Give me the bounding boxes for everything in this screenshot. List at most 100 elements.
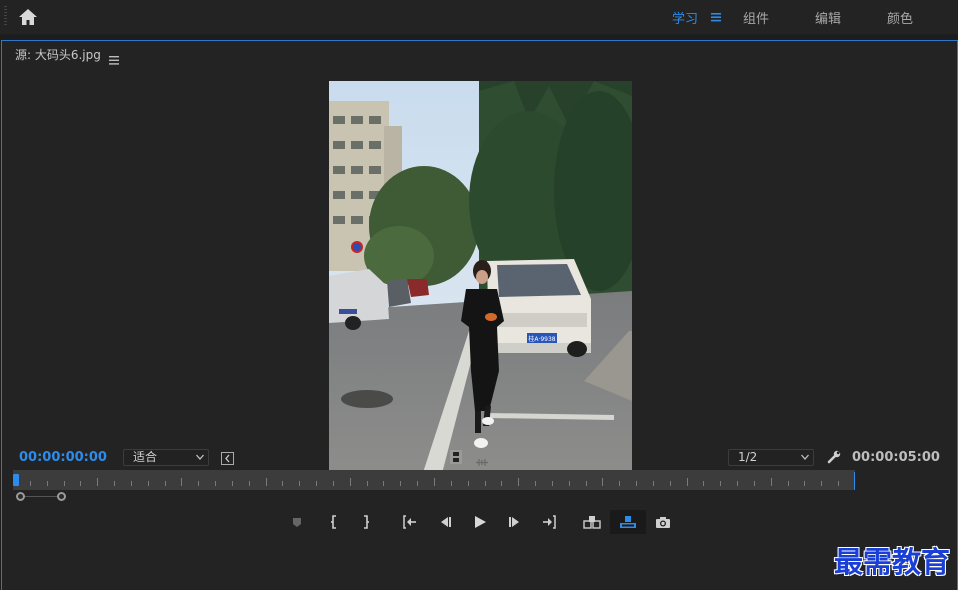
panel-grip[interactable] — [4, 6, 7, 26]
ruler-tick — [299, 481, 300, 486]
panel-title[interactable]: 源: 大码头6.jpg — [15, 46, 101, 63]
ruler-tick — [47, 481, 48, 486]
play-icon — [475, 516, 486, 528]
ruler-tick — [434, 478, 435, 486]
ruler-tick — [771, 478, 772, 486]
step-forward-icon — [509, 517, 519, 527]
zoom-scroll-left-handle[interactable] — [16, 492, 25, 501]
source-monitor-panel: 源: 大码头6.jpg 桂A·9938 — [1, 40, 958, 590]
ruler-tick — [198, 481, 199, 486]
ruler-tick — [266, 478, 267, 486]
mark-in-icon — [331, 515, 336, 529]
chevron-down-icon — [801, 454, 809, 460]
chevron-down-icon — [196, 454, 204, 460]
ruler-tick — [737, 481, 738, 486]
ruler-tick — [316, 481, 317, 486]
overwrite-button[interactable] — [610, 510, 646, 534]
zoom-level-select[interactable]: 适合 — [123, 449, 209, 466]
mark-in-out-toggle-icon[interactable] — [221, 450, 234, 465]
ruler-tick — [215, 481, 216, 486]
ruler-tick — [451, 481, 452, 486]
workspace-tab-learn[interactable]: 学习 — [672, 8, 698, 27]
ruler-tick — [703, 481, 704, 486]
marker-icon — [293, 517, 301, 527]
zoom-scrollbar[interactable] — [13, 490, 855, 502]
workspace-tab-color[interactable]: 颜色 — [887, 8, 913, 27]
ruler-tick — [518, 478, 519, 486]
ruler-tick — [485, 481, 486, 486]
ruler-tick — [720, 481, 721, 486]
go-to-in-button[interactable] — [396, 510, 424, 534]
workspace-tab-assembly[interactable]: 组件 — [743, 8, 769, 27]
ruler-tick — [181, 478, 182, 486]
insert-button[interactable] — [578, 510, 606, 534]
wrench-settings-icon[interactable] — [827, 449, 841, 464]
ruler-tick — [569, 481, 570, 486]
playhead[interactable] — [13, 474, 19, 486]
mark-out-button[interactable] — [352, 510, 380, 534]
ruler-tick — [821, 481, 822, 486]
license-plate-text: 桂A·9938 — [528, 335, 555, 343]
film-strip-icon[interactable] — [450, 449, 462, 464]
ruler-tick — [636, 481, 637, 486]
ruler-tick — [333, 481, 334, 486]
mark-out-icon — [364, 515, 369, 529]
ruler-tick — [400, 481, 401, 486]
ruler-tick — [350, 478, 351, 486]
step-back-icon — [441, 517, 451, 527]
ruler-tick — [97, 478, 98, 486]
ruler-tick — [535, 481, 536, 486]
go-to-in-icon — [403, 515, 416, 529]
ruler-tick — [249, 481, 250, 486]
go-to-out-icon — [543, 515, 556, 529]
ruler-tick — [468, 481, 469, 486]
playback-resolution-value: 1/2 — [738, 450, 758, 464]
ruler-tick — [80, 481, 81, 486]
ruler-tick — [586, 481, 587, 486]
mark-in-button[interactable] — [320, 510, 348, 534]
ruler-tick — [670, 481, 671, 486]
ruler-tick — [64, 481, 65, 486]
ruler-tick — [602, 478, 603, 486]
step-forward-button[interactable] — [501, 510, 529, 534]
export-frame-button[interactable] — [649, 510, 677, 534]
ruler-tick — [367, 481, 368, 486]
playback-resolution-select[interactable]: 1/2 — [728, 449, 814, 466]
ruler-tick — [165, 481, 166, 486]
ruler-tick — [653, 481, 654, 486]
watermark-logo: 最需教育 — [834, 545, 951, 579]
home-icon[interactable] — [17, 6, 39, 28]
ruler-tick — [131, 481, 132, 486]
time-ruler[interactable] — [13, 470, 855, 490]
workspace-bar: 学习 组件 编辑 颜色 — [0, 0, 958, 34]
hamburger-menu-icon[interactable] — [709, 9, 723, 23]
zoom-level-value: 适合 — [133, 450, 158, 464]
ruler-tick — [754, 481, 755, 486]
step-back-button[interactable] — [431, 510, 459, 534]
insert-icon — [583, 516, 601, 529]
play-button[interactable] — [466, 510, 494, 534]
ruler-tick — [114, 481, 115, 486]
ruler-tick — [30, 481, 31, 486]
ruler-tick — [383, 481, 384, 486]
ruler-tick — [552, 481, 553, 486]
ruler-tick — [282, 481, 283, 486]
go-to-out-button[interactable] — [535, 510, 563, 534]
ruler-tick — [687, 478, 688, 486]
ruler-tick — [788, 481, 789, 486]
ruler-tick — [417, 481, 418, 486]
current-timecode[interactable]: 00:00:00:00 — [19, 450, 107, 465]
ruler-tick — [838, 481, 839, 486]
workspace-tab-editing[interactable]: 编辑 — [815, 8, 841, 27]
zoom-scroll-right-handle[interactable] — [57, 492, 66, 501]
panel-menu-icon[interactable] — [109, 50, 119, 65]
camera-icon — [656, 517, 670, 528]
source-image-preview[interactable]: 桂A·9938 — [329, 81, 632, 485]
ruler-tick — [148, 481, 149, 486]
overwrite-icon — [620, 516, 636, 528]
ruler-tick — [619, 481, 620, 486]
ruler-tick — [232, 481, 233, 486]
add-marker-button[interactable] — [283, 510, 311, 534]
audio-waveform-icon[interactable] — [475, 452, 489, 466]
duration-timecode: 00:00:05:00 — [852, 450, 940, 465]
